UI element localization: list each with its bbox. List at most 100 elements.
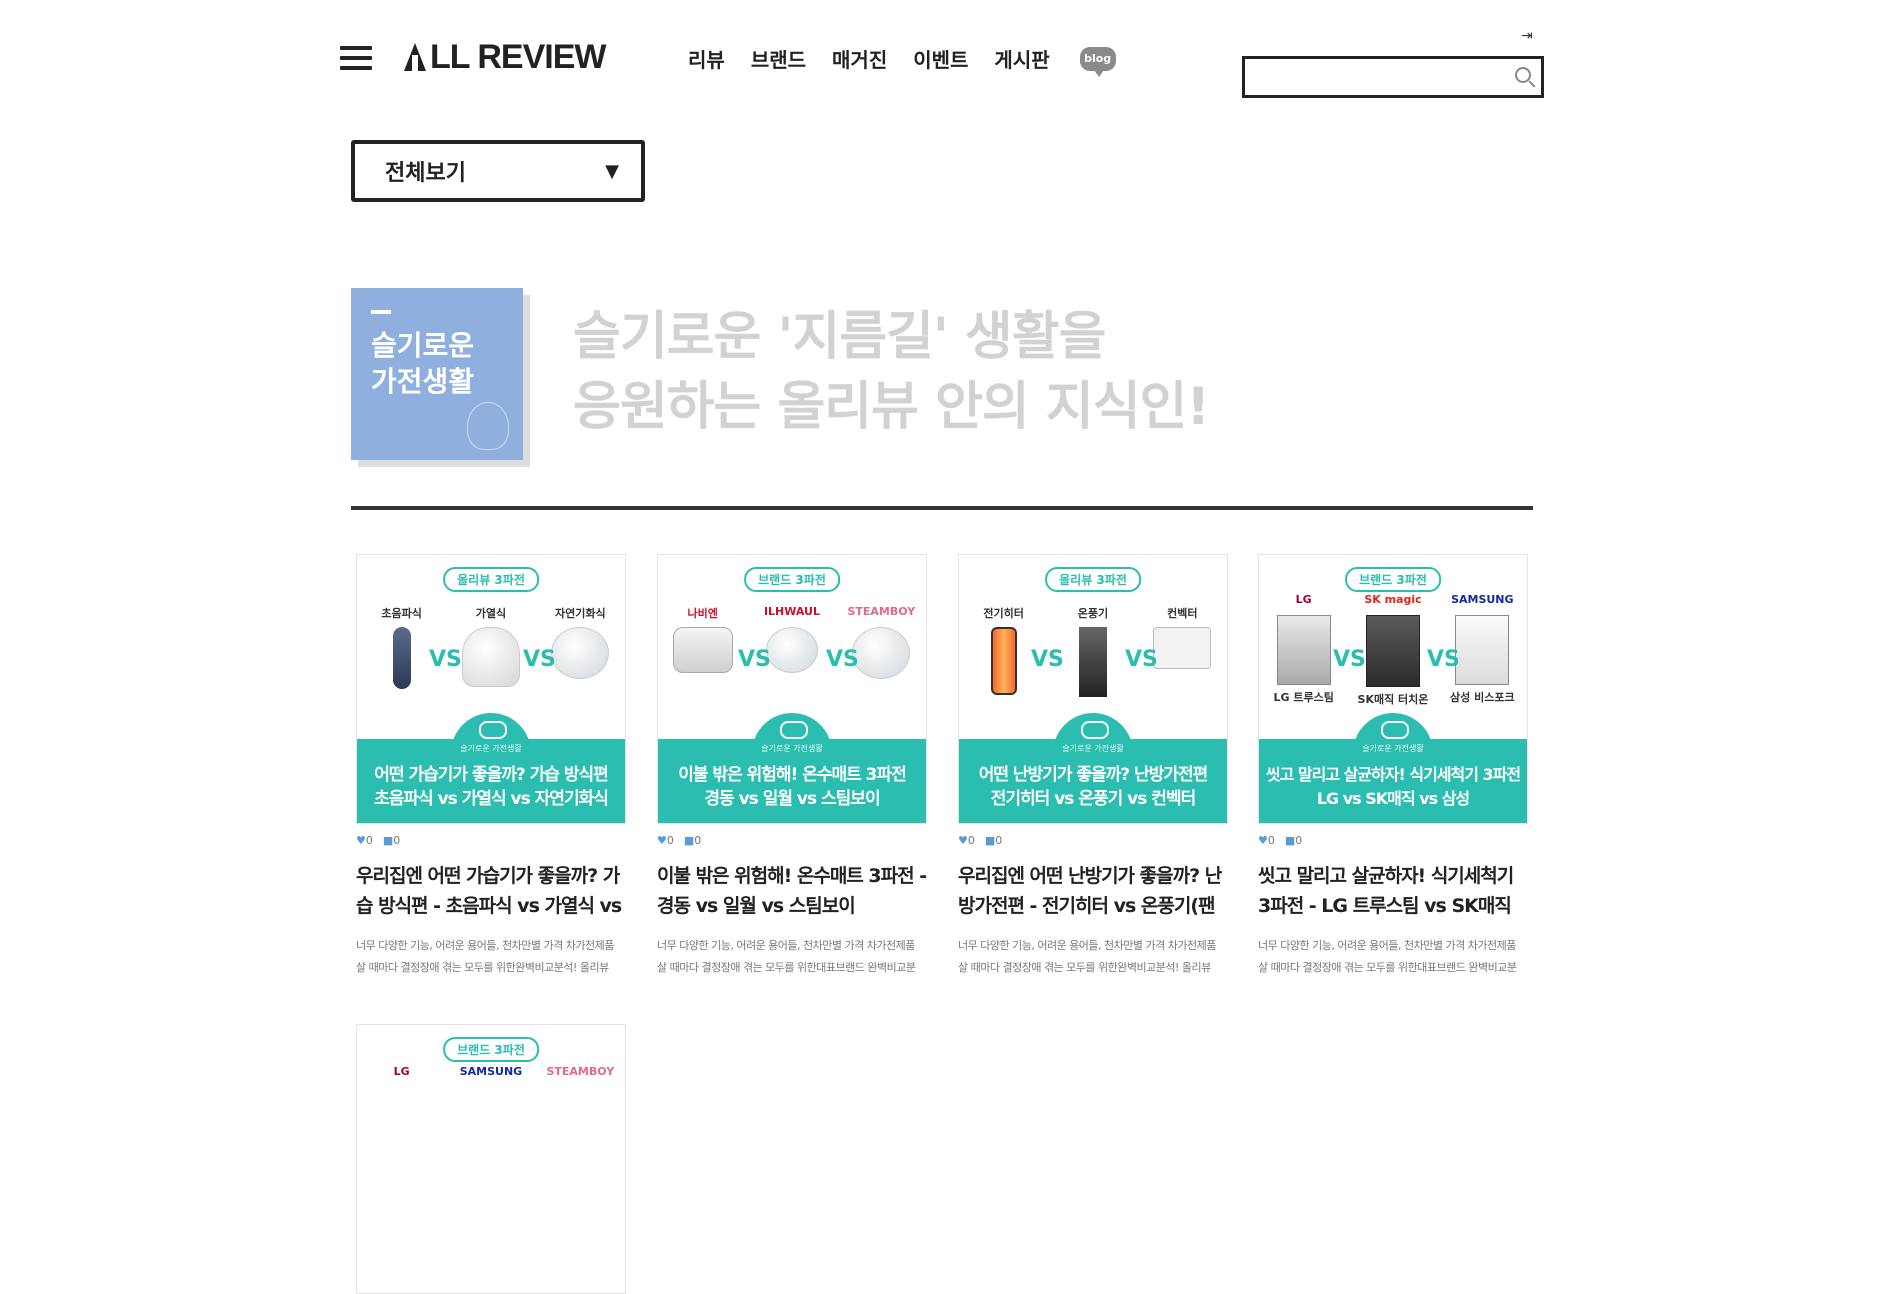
thumbnail-badge: 올리뷰 3파전 xyxy=(1045,567,1141,592)
comment-icon: ■ xyxy=(683,834,695,847)
caption-line1: 씻고 말리고 살균하자! 식기세척기 3파전 xyxy=(1265,765,1521,784)
card-stats: ♥0 ■0 xyxy=(958,834,1228,847)
article-thumbnail[interactable]: 브랜드 3파전 LG SAMSUNG STEAMBOY xyxy=(356,1024,626,1294)
thumbnail-caption: 슬기로운 가전생활 어떤 가습기가 좋을까? 가습 방식편 초음파식 vs 가열… xyxy=(357,713,625,823)
vs-label: VS xyxy=(1427,647,1460,672)
banner-title: 슬기로운 '지름길' 생활을 응원하는 올리뷰 안의 지식인! xyxy=(573,302,1210,442)
banner-title-line2: 응원하는 올리뷰 안의 지식인! xyxy=(573,377,1210,437)
article-thumbnail[interactable]: 브랜드 3파전 LG LG 트루스팀 SK magic SK매직 터치온 SAMSU… xyxy=(1258,554,1528,824)
vs-label: VS xyxy=(1125,647,1158,672)
appliance-icon xyxy=(1381,721,1409,739)
dishwasher-icon xyxy=(1455,615,1510,685)
search-input[interactable] xyxy=(1245,59,1511,93)
article-title[interactable]: 씻고 말리고 살균하자! 식기세척기 3파전 - LG 트루스팀 vs SK매직… xyxy=(1258,861,1528,921)
brand-label: ILHWAUL xyxy=(763,605,821,618)
logo-text: LL REVIEW xyxy=(430,37,606,76)
banner-card-line1: 슬기로운 xyxy=(371,329,475,362)
like-count[interactable]: ♥0 xyxy=(356,834,373,847)
humidifier-icon xyxy=(461,627,520,687)
comment-count[interactable]: ■0 xyxy=(684,834,701,847)
main-nav: 리뷰 브랜드 매거진 이벤트 게시판 blog xyxy=(688,44,1116,77)
fan-heater-icon xyxy=(1078,627,1107,697)
article-excerpt: 너무 다양한 기능, 어려운 용어들, 천차만별 가격 차가전제품 살 때마다 … xyxy=(356,939,614,974)
article-card[interactable]: 브랜드 3파전 LG SAMSUNG STEAMBOY xyxy=(356,1024,626,1294)
vs-label: VS xyxy=(523,647,556,672)
banner-title-line1: 슬기로운 '지름길' 생활을 xyxy=(573,307,1106,367)
banner-card: 슬기로운 가전생활 xyxy=(351,288,523,460)
article-thumbnail[interactable]: 올리뷰 3파전 초음파식 가열식 자연기화식 VS VS 슬기로운 가전생활 어… xyxy=(356,554,626,824)
section-divider xyxy=(351,506,1533,510)
product-label: SK매직 터치온 xyxy=(1357,693,1429,706)
caption-line2: 경동 vs 일월 vs 스팀보이 xyxy=(704,789,880,809)
article-thumbnail[interactable]: 브랜드 3파전 나비엔 ILHWAUL STEAMBOY VS VS 슬기로운 … xyxy=(657,554,927,824)
thumbnail-badge: 브랜드 3파전 xyxy=(744,567,840,592)
login-icon[interactable]: ⇥ xyxy=(1521,28,1533,44)
nav-brand[interactable]: 브랜드 xyxy=(751,44,806,73)
caret-down-icon: ▼ xyxy=(605,160,619,182)
thumbnail-caption: 슬기로운 가전생활 어떤 난방기가 좋을까? 난방가전편 전기히터 vs 온풍기… xyxy=(959,713,1227,823)
heart-icon: ♥ xyxy=(657,834,667,847)
heart-icon: ♥ xyxy=(1258,834,1268,847)
nav-event[interactable]: 이벤트 xyxy=(913,44,968,73)
lightbulb-icon xyxy=(467,402,509,450)
product-label: 자연기화식 xyxy=(555,607,606,620)
comment-count-value: 0 xyxy=(995,834,1003,847)
thumbnail-badge: 브랜드 3파전 xyxy=(443,1037,539,1062)
appliance-icon xyxy=(780,721,808,739)
brand-logo: SAMSUNG xyxy=(1451,593,1514,606)
caption-line1: 어떤 난방기가 좋을까? 난방가전편 xyxy=(978,765,1209,785)
like-count[interactable]: ♥0 xyxy=(1258,834,1275,847)
like-count[interactable]: ♥0 xyxy=(657,834,674,847)
humidifier-icon xyxy=(551,627,610,679)
like-count[interactable]: ♥0 xyxy=(958,834,975,847)
vs-label: VS xyxy=(1031,647,1064,672)
caption-sub: 슬기로운 가전생활 xyxy=(1362,744,1424,753)
comment-icon: ■ xyxy=(382,834,394,847)
brand-logo: SAMSUNG xyxy=(459,1065,523,1078)
nav-magazine[interactable]: 매거진 xyxy=(832,44,887,73)
vs-label: VS xyxy=(738,647,771,672)
product-label: 전기히터 xyxy=(983,607,1024,620)
product-label: LG 트루스팀 xyxy=(1273,691,1334,704)
article-title[interactable]: 우리집엔 어떤 가습기가 좋을까? 가습 방식편 - 초음파식 vs 가열식 v… xyxy=(356,861,626,921)
comment-icon: ■ xyxy=(1284,834,1296,847)
product-label: 온풍기 xyxy=(1077,607,1109,620)
article-card[interactable]: 올리뷰 3파전 초음파식 가열식 자연기화식 VS VS 슬기로운 가전생활 어… xyxy=(356,554,626,979)
brand-logo: STEAMBOY xyxy=(546,1065,615,1078)
menu-icon[interactable] xyxy=(340,46,372,70)
caption-headline: 어떤 난방기가 좋을까? 난방가전편 전기히터 vs 온풍기 vs 컨벡터 xyxy=(959,763,1227,811)
comment-count[interactable]: ■0 xyxy=(985,834,1002,847)
banner-card-line2: 가전생활 xyxy=(371,365,475,398)
like-count-value: 0 xyxy=(666,834,674,847)
category-select[interactable]: 전체보기 ▼ xyxy=(351,140,645,202)
brand-logo: LG xyxy=(1295,593,1312,606)
nav-review[interactable]: 리뷰 xyxy=(688,44,725,73)
caption-sub: 슬기로운 가전생활 xyxy=(460,744,522,753)
mat-boiler-icon xyxy=(672,627,733,673)
heart-icon: ♥ xyxy=(958,834,968,847)
article-title[interactable]: 우리집엔 어떤 난방기가 좋을까? 난방가전편 - 전기히터 vs 온풍기(팬히 xyxy=(958,861,1228,921)
search-icon[interactable] xyxy=(1515,67,1531,83)
comment-count[interactable]: ■0 xyxy=(383,834,400,847)
convector-icon xyxy=(1153,627,1212,669)
article-card[interactable]: 브랜드 3파전 나비엔 ILHWAUL STEAMBOY VS VS 슬기로운 … xyxy=(657,554,927,979)
card-stats: ♥0 ■0 xyxy=(356,834,626,847)
brand-logo: SK magic xyxy=(1364,593,1422,606)
logo-mark-icon xyxy=(404,43,426,71)
brand-logo: LG xyxy=(393,1065,410,1078)
brand-label: 나비엔 xyxy=(687,607,718,620)
article-card[interactable]: 브랜드 3파전 LG LG 트루스팀 SK magic SK매직 터치온 SAMSU… xyxy=(1258,554,1528,979)
card-stats: ♥0 ■0 xyxy=(1258,834,1528,847)
banner-card-text: 슬기로운 가전생활 xyxy=(371,328,474,400)
blog-link[interactable]: blog xyxy=(1079,46,1116,77)
nav-board[interactable]: 게시판 xyxy=(994,44,1049,73)
article-title[interactable]: 이불 밖은 위험해! 온수매트 3파전 - 경동 vs 일월 vs 스팀보이 xyxy=(657,861,927,921)
article-card[interactable]: 올리뷰 3파전 전기히터 온풍기 컨벡터 VS VS 슬기로운 가전생활 어떤 … xyxy=(958,554,1228,979)
site-logo[interactable]: LL REVIEW xyxy=(404,38,606,76)
dishwasher-icon xyxy=(1365,615,1420,687)
article-thumbnail[interactable]: 올리뷰 3파전 전기히터 온풍기 컨벡터 VS VS 슬기로운 가전생활 어떤 … xyxy=(958,554,1228,824)
brand-label: STEAMBOY xyxy=(847,605,916,618)
comment-count-value: 0 xyxy=(1295,834,1303,847)
like-count-value: 0 xyxy=(365,834,373,847)
comment-count[interactable]: ■0 xyxy=(1285,834,1302,847)
